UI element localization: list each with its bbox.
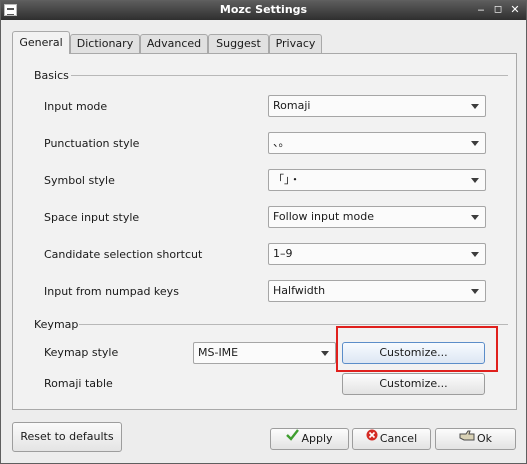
dropdown-arrow-icon <box>471 215 479 220</box>
punctuation-style-select[interactable]: 、。 <box>268 132 486 154</box>
tab-general[interactable]: General <box>12 31 70 54</box>
ok-button[interactable]: Ok <box>435 428 516 450</box>
dropdown-arrow-icon <box>471 104 479 109</box>
close-icon[interactable]: ✕ <box>508 3 522 17</box>
symbol-style-label: Symbol style <box>44 174 115 187</box>
divider <box>71 75 508 76</box>
candidate-shortcut-label: Candidate selection shortcut <box>44 248 203 261</box>
space-input-style-label: Space input style <box>44 211 140 224</box>
tab-label: Suggest <box>216 37 261 50</box>
select-value: MS-IME <box>198 346 239 359</box>
tab-dictionary[interactable]: Dictionary <box>70 34 140 53</box>
tab-privacy[interactable]: Privacy <box>269 34 322 53</box>
tab-label: Advanced <box>146 37 202 50</box>
dropdown-arrow-icon <box>471 178 479 183</box>
keymap-style-label: Keymap style <box>44 346 119 359</box>
keymap-style-select[interactable]: MS-IME <box>193 342 336 364</box>
select-value: 「」・ <box>273 173 301 186</box>
maximize-icon[interactable]: ◻ <box>491 3 505 17</box>
space-input-style-select[interactable]: Follow input mode <box>268 206 486 228</box>
cancel-icon <box>366 428 378 448</box>
reset-defaults-button[interactable]: Reset to defaults <box>12 422 122 452</box>
cancel-button[interactable]: Cancel <box>352 428 431 450</box>
tab-label: Dictionary <box>76 37 134 50</box>
tab-suggest[interactable]: Suggest <box>208 34 269 53</box>
dropdown-arrow-icon <box>471 289 479 294</box>
romaji-customize-button[interactable]: Customize... <box>342 373 485 395</box>
select-value: Follow input mode <box>273 210 374 223</box>
dropdown-arrow-icon <box>471 252 479 257</box>
title-bar[interactable]: Mozc Settings ‒ ◻ ✕ <box>1 1 526 20</box>
highlight-box <box>336 326 498 372</box>
input-mode-label: Input mode <box>44 100 108 113</box>
mozc-settings-window: Mozc Settings ‒ ◻ ✕ General Dictionary A… <box>0 0 527 464</box>
hand-ok-icon <box>459 428 475 448</box>
tab-label: Privacy <box>275 37 316 50</box>
numpad-input-select[interactable]: Halfwidth <box>268 280 486 302</box>
dropdown-arrow-icon <box>321 351 329 356</box>
apply-label: Apply <box>301 432 333 445</box>
divider <box>79 324 508 325</box>
window-title: Mozc Settings <box>219 3 308 16</box>
tab-label: General <box>19 36 63 49</box>
romaji-table-label: Romaji table <box>44 377 113 390</box>
dropdown-arrow-icon <box>471 141 479 146</box>
select-value: 1–9 <box>273 247 293 260</box>
select-value: Halfwidth <box>273 284 326 297</box>
symbol-style-select[interactable]: 「」・ <box>268 169 486 191</box>
candidate-shortcut-select[interactable]: 1–9 <box>268 243 486 265</box>
input-mode-select[interactable]: Romaji <box>268 95 486 117</box>
select-value: 、。 <box>273 136 290 149</box>
select-value: Romaji <box>273 99 311 112</box>
numpad-input-label: Input from numpad keys <box>44 285 179 298</box>
ok-label: Ok <box>476 432 493 445</box>
apply-button[interactable]: Apply <box>270 428 349 450</box>
punctuation-style-label: Punctuation style <box>44 137 140 150</box>
cancel-label: Cancel <box>379 432 418 445</box>
basics-group-title: Basics <box>34 69 69 82</box>
minimize-icon[interactable]: ‒ <box>474 3 488 17</box>
tab-advanced[interactable]: Advanced <box>140 34 208 53</box>
checkmark-icon <box>286 428 300 448</box>
keymap-group-title: Keymap <box>34 318 79 331</box>
